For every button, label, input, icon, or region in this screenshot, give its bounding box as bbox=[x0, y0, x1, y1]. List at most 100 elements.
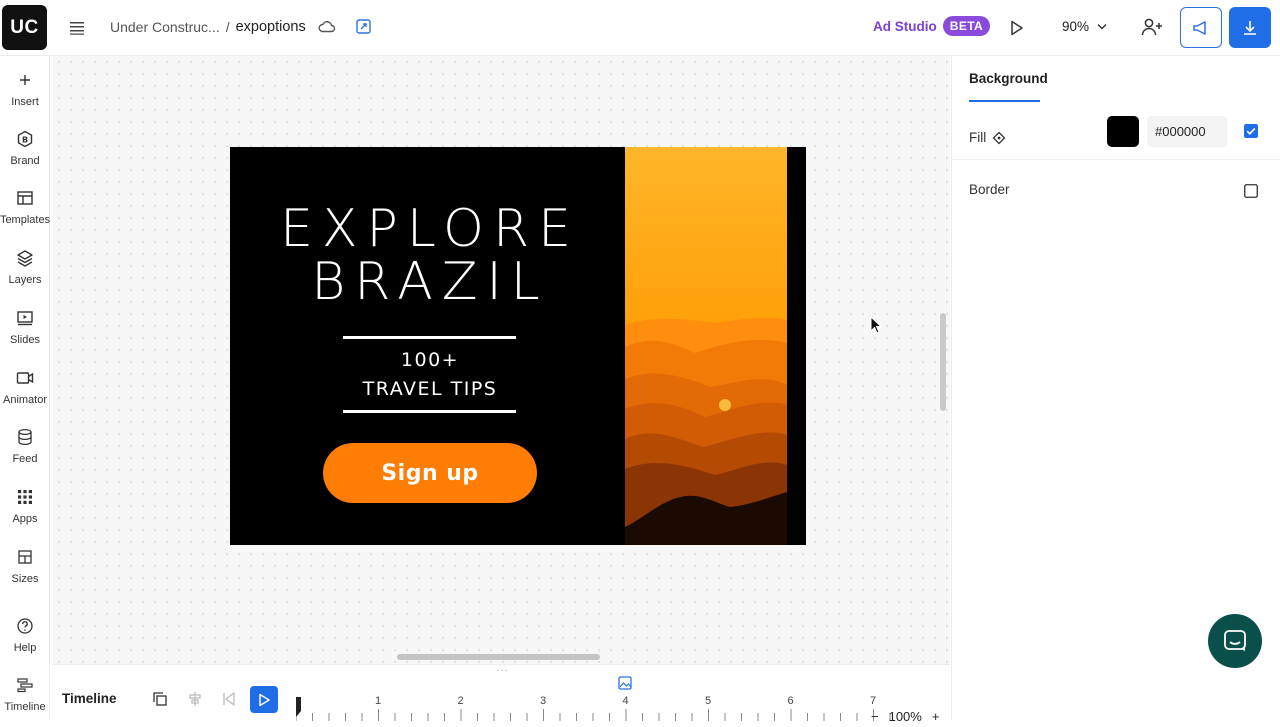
sidebar-item-label: Feed bbox=[12, 453, 38, 465]
sidebar-item-insert[interactable]: Insert bbox=[0, 68, 50, 122]
timeline-bar: ··· Timeline 1 2 3 4 5 6 7 − 100% + bbox=[53, 664, 950, 724]
breadcrumb-separator: / bbox=[225, 19, 230, 35]
fill-row: Fill #000000 bbox=[952, 112, 1280, 160]
tick-label: 2 bbox=[457, 695, 464, 707]
align-icon[interactable] bbox=[187, 691, 203, 707]
plus-icon bbox=[20, 75, 30, 85]
ruler-ticks bbox=[296, 697, 891, 721]
add-user-icon bbox=[1141, 18, 1162, 36]
chevron-down-icon bbox=[1097, 24, 1107, 30]
timeline-ruler[interactable]: 1 2 3 4 5 6 7 bbox=[296, 687, 896, 721]
top-bar: UC Under Construc... / expoptions Ad Stu… bbox=[0, 0, 1280, 56]
timeline-zoom-control: − 100% + bbox=[871, 709, 939, 724]
timeline-play-button[interactable] bbox=[250, 686, 278, 713]
sidebar-item-timeline[interactable]: Timeline bbox=[0, 673, 50, 727]
add-user-button[interactable] bbox=[1141, 17, 1163, 42]
timeline-zoom-level: 100% bbox=[888, 709, 922, 724]
timeline-icon bbox=[17, 678, 33, 693]
sidebar-item-brand[interactable]: B Brand bbox=[0, 127, 50, 181]
mountain-sunset-image[interactable] bbox=[625, 147, 787, 545]
diamond-link-icon[interactable] bbox=[992, 131, 1006, 145]
resize-icon[interactable] bbox=[355, 18, 372, 40]
sidebar-item-label: Insert bbox=[11, 96, 39, 108]
tick-label: 7 bbox=[869, 695, 877, 707]
headline-line-1[interactable]: EXPLORE bbox=[230, 202, 630, 256]
timeline-zoom-in-button[interactable]: + bbox=[932, 709, 940, 724]
vertical-scrollbar[interactable] bbox=[940, 313, 946, 411]
timeline-label: Timeline bbox=[62, 691, 117, 706]
app-logo[interactable]: UC bbox=[2, 5, 47, 50]
sidebar-item-templates[interactable]: Templates bbox=[0, 186, 50, 240]
left-sidebar: Insert B Brand Templates Layers Slides A… bbox=[0, 56, 50, 720]
zoom-dropdown[interactable]: 90% bbox=[1062, 19, 1107, 34]
headline-line-2[interactable]: BRAZIL bbox=[230, 255, 630, 309]
properties-panel: Background Fill #000000 Border bbox=[951, 56, 1280, 720]
breadcrumb-current[interactable]: expoptions bbox=[236, 19, 306, 35]
sidebar-item-label: Animator bbox=[2, 394, 48, 406]
ad-studio-link[interactable]: Ad Studio BETA bbox=[873, 16, 991, 36]
templates-icon bbox=[17, 191, 33, 205]
sidebar-item-label: Timeline bbox=[4, 701, 46, 713]
design-canvas[interactable]: EXPLORE BRAZIL 100+ TRAVEL TIPS Sign up bbox=[53, 56, 950, 664]
fill-label: Fill bbox=[969, 130, 987, 145]
timeline-zoom-out-button[interactable]: − bbox=[871, 709, 879, 724]
download-button[interactable] bbox=[1229, 7, 1271, 48]
sidebar-item-layers[interactable]: Layers bbox=[0, 246, 50, 300]
skip-back-icon[interactable] bbox=[221, 691, 237, 707]
cloud-sync-icon[interactable] bbox=[318, 19, 336, 40]
play-icon bbox=[1011, 20, 1023, 36]
sidebar-item-label: Slides bbox=[10, 334, 40, 346]
sidebar-item-animator[interactable]: Animator bbox=[0, 366, 50, 420]
mouse-cursor-icon bbox=[870, 316, 882, 334]
video-icon bbox=[16, 372, 34, 384]
menu-button[interactable] bbox=[66, 17, 88, 39]
sidebar-item-slides[interactable]: Slides bbox=[0, 306, 50, 360]
fill-enabled-checkbox[interactable] bbox=[1244, 124, 1258, 138]
tab-background[interactable]: Background bbox=[969, 71, 1048, 86]
tick-label: 6 bbox=[787, 695, 794, 707]
hamburger-icon bbox=[70, 22, 84, 35]
sidebar-item-apps[interactable]: Apps bbox=[0, 485, 50, 539]
sign-up-button[interactable]: Sign up bbox=[323, 443, 537, 503]
timeline-resize-handle[interactable]: ··· bbox=[496, 665, 509, 676]
promote-button[interactable] bbox=[1180, 7, 1222, 48]
fill-color-swatch[interactable] bbox=[1107, 116, 1139, 147]
tick-label: 5 bbox=[704, 695, 712, 707]
subheadline-line-2[interactable]: TRAVEL TIPS bbox=[230, 375, 630, 404]
sidebar-item-label: Apps bbox=[12, 513, 38, 525]
horizontal-scrollbar[interactable] bbox=[397, 654, 600, 660]
border-label: Border bbox=[969, 182, 1010, 197]
megaphone-icon bbox=[1193, 20, 1206, 35]
tick-label: 3 bbox=[539, 695, 547, 707]
artboard[interactable]: EXPLORE BRAZIL 100+ TRAVEL TIPS Sign up bbox=[230, 147, 806, 545]
sidebar-item-label: Help bbox=[13, 642, 37, 654]
breadcrumb-parent[interactable]: Under Construc... bbox=[110, 19, 220, 35]
sidebar-item-label: Layers bbox=[8, 274, 42, 286]
divider-bottom[interactable] bbox=[343, 410, 516, 413]
ad-studio-label: Ad Studio bbox=[873, 18, 937, 34]
sidebar-item-help[interactable]: Help bbox=[0, 614, 50, 668]
duplicate-icon[interactable] bbox=[152, 691, 168, 707]
sidebar-item-feed[interactable]: Feed bbox=[0, 425, 50, 479]
breadcrumb: Under Construc... / expoptions bbox=[110, 19, 306, 35]
fill-hex-input[interactable]: #000000 bbox=[1147, 116, 1227, 147]
layers-icon bbox=[17, 250, 33, 267]
divider-top[interactable] bbox=[343, 336, 516, 339]
playhead-icon bbox=[296, 697, 301, 717]
fill-label-group: Fill bbox=[969, 130, 1006, 145]
svg-text:B: B bbox=[22, 136, 28, 145]
play-icon bbox=[259, 693, 270, 706]
download-icon bbox=[1244, 20, 1256, 35]
sidebar-item-label: Brand bbox=[10, 155, 40, 167]
border-enabled-checkbox[interactable] bbox=[1244, 184, 1258, 198]
tab-underline bbox=[969, 100, 1040, 102]
zoom-level: 90% bbox=[1062, 19, 1090, 34]
subheadline-line-1[interactable]: 100+ bbox=[230, 346, 630, 375]
sidebar-item-sizes[interactable]: Sizes bbox=[0, 545, 50, 599]
preview-play-button[interactable] bbox=[1006, 18, 1026, 43]
tick-label: 4 bbox=[622, 695, 629, 707]
sizes-icon bbox=[18, 550, 32, 564]
chat-icon bbox=[1224, 630, 1246, 651]
support-chat-button[interactable] bbox=[1208, 614, 1262, 668]
help-icon bbox=[17, 618, 33, 634]
